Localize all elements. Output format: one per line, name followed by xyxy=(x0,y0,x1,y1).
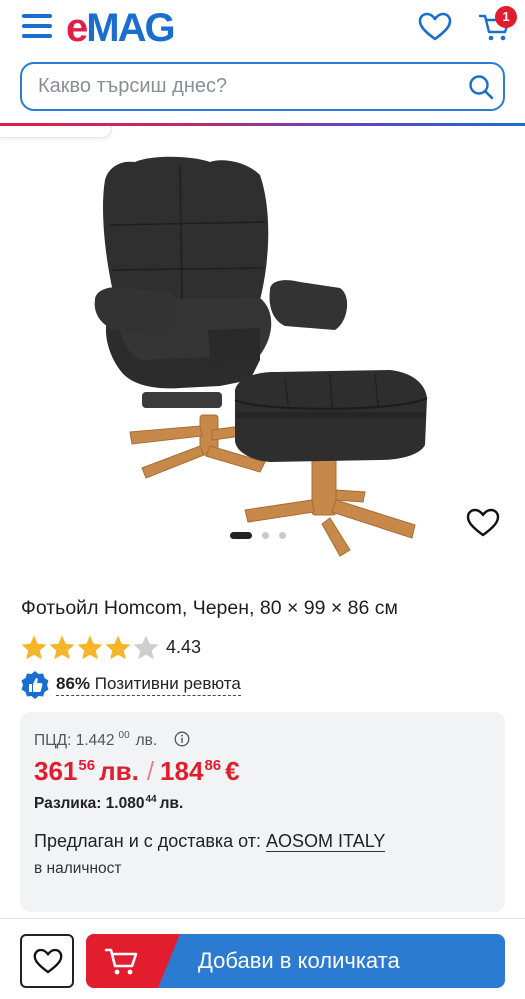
heart-icon xyxy=(33,948,63,974)
cart-icon xyxy=(104,948,138,975)
seller-info: Предлаган и с доставка от: AOSOM ITALY xyxy=(34,831,386,852)
price-difference: Разлика: 1.08044 лв. xyxy=(34,794,184,812)
emag-logo[interactable]: eMAG xyxy=(66,6,176,50)
star-icon xyxy=(77,635,103,660)
search-icon[interactable] xyxy=(468,74,494,100)
thumbs-up-badge-icon xyxy=(21,671,49,699)
carousel-dot-active[interactable] xyxy=(230,532,252,539)
add-to-cart-button[interactable]: Добави в количката xyxy=(86,934,505,988)
bottom-action-bar: Добави в количката xyxy=(0,918,525,999)
cart-count-badge: 1 xyxy=(495,6,517,28)
favorites-icon[interactable] xyxy=(418,12,452,42)
info-icon[interactable] xyxy=(174,731,190,747)
favorite-button[interactable] xyxy=(20,934,74,988)
recommended-price: ПЦД: 1.442 00 лв. xyxy=(34,730,158,749)
star-icon xyxy=(133,635,159,660)
breadcrumb-tab xyxy=(0,126,112,138)
top-header: eMAG 1 xyxy=(0,0,525,56)
search-bar xyxy=(20,62,505,111)
stock-status: в наличност xyxy=(34,860,122,877)
star-icon xyxy=(21,635,47,660)
positive-reviews-link[interactable]: 86% Позитивни ревюта xyxy=(56,674,241,696)
price-panel: ПЦД: 1.442 00 лв. 36156 лв./18486 € Разлика:… xyxy=(20,712,505,912)
seller-link[interactable]: AOSOM ITALY xyxy=(266,831,386,852)
add-to-cart-label: Добави в количката xyxy=(198,948,400,973)
star-icon xyxy=(49,635,75,660)
add-to-favorites-icon[interactable] xyxy=(466,508,500,538)
rating-value: 4.43 xyxy=(166,637,202,657)
menu-icon[interactable] xyxy=(22,14,52,38)
product-title: Фотьойл Homcom, Черен, 80 × 99 × 86 см xyxy=(21,597,398,619)
carousel-dot[interactable] xyxy=(262,532,269,539)
search-input[interactable] xyxy=(38,64,458,109)
product-image[interactable] xyxy=(60,150,470,560)
current-price: 36156 лв./18486 € xyxy=(34,756,240,786)
ottoman-base xyxy=(244,454,416,557)
star-icon xyxy=(105,635,131,660)
rating-stars[interactable] xyxy=(20,634,160,662)
carousel-dot[interactable] xyxy=(279,532,286,539)
